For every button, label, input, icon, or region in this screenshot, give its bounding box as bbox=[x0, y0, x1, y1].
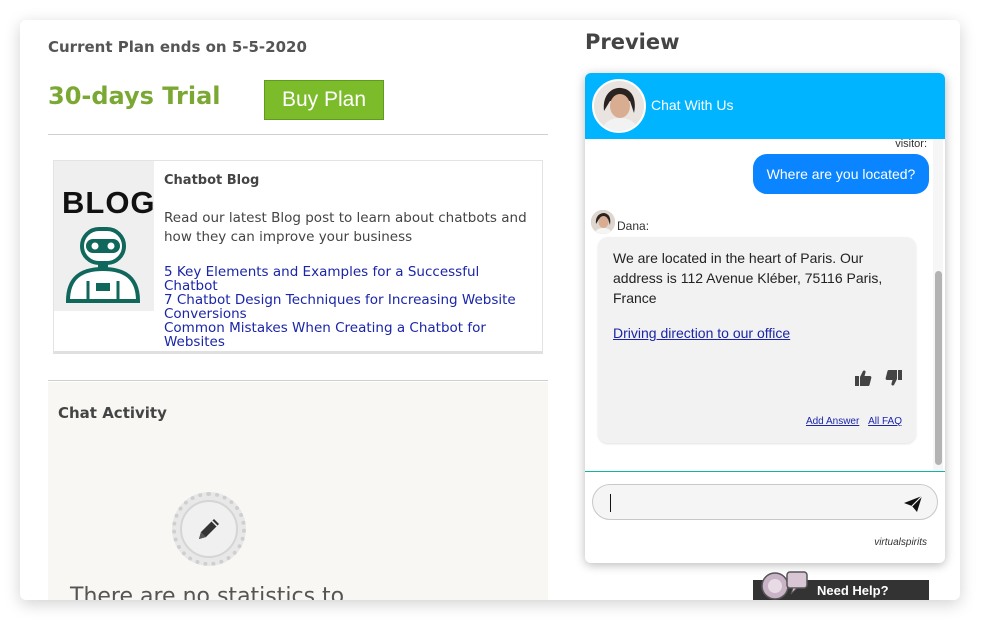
chat-header: Chat With Us bbox=[585, 73, 945, 139]
bot-avatar bbox=[591, 210, 615, 234]
dashboard-card: Current Plan ends on 5-5-2020 30-days Tr… bbox=[20, 20, 960, 600]
plan-ends-text: Current Plan ends on 5-5-2020 bbox=[48, 38, 307, 56]
thumbs-up-icon[interactable] bbox=[854, 369, 872, 387]
chat-header-title: Chat With Us bbox=[651, 97, 734, 113]
blog-link[interactable]: Common Mistakes When Creating a Chatbot … bbox=[164, 321, 534, 349]
bot-message-bubble: We are located in the heart of Paris. Ou… bbox=[598, 237, 916, 443]
all-faq-link[interactable]: All FAQ bbox=[868, 416, 902, 427]
blog-thumbnail[interactable]: BLOG bbox=[54, 161, 156, 311]
agent-photo-icon bbox=[594, 81, 644, 131]
pencil-icon bbox=[199, 519, 219, 539]
chat-activity-panel: Chat Activity There are no statistics to bbox=[48, 382, 548, 600]
thumbs-down-icon[interactable] bbox=[885, 369, 903, 387]
no-statistics-text: There are no statistics to bbox=[70, 584, 345, 600]
agent-avatar bbox=[592, 79, 646, 133]
divider bbox=[48, 134, 548, 135]
input-divider bbox=[585, 471, 945, 472]
chat-messages: visitor: Where are you located? Dana: We… bbox=[585, 138, 945, 471]
send-icon[interactable] bbox=[903, 495, 923, 513]
chat-scrollbar-thumb[interactable] bbox=[935, 271, 942, 465]
driving-direction-link[interactable]: Driving direction to our office bbox=[613, 325, 790, 341]
blog-description: Read our latest Blog post to learn about… bbox=[164, 210, 527, 245]
blog-title: Chatbot Blog bbox=[164, 173, 260, 188]
bot-avatar-icon bbox=[591, 210, 615, 234]
blog-link[interactable]: 7 Chatbot Design Techniques for Increasi… bbox=[164, 293, 534, 321]
text-caret bbox=[610, 494, 611, 512]
bot-message-text: We are located in the heart of Paris. Ou… bbox=[613, 250, 883, 306]
need-help-button[interactable]: Need Help? bbox=[753, 571, 929, 600]
help-avatar-icon bbox=[761, 571, 808, 600]
blog-thumb-text: BLOG bbox=[62, 185, 156, 220]
blog-panel: BLOG Chatbot Blog Read our latest Blog p… bbox=[53, 160, 543, 354]
trial-label: 30-days Trial bbox=[48, 82, 221, 110]
faq-links: Add Answer All FAQ bbox=[800, 416, 902, 427]
user-message-bubble: Where are you located? bbox=[753, 154, 929, 194]
pencil-badge bbox=[172, 492, 246, 566]
chat-message-input[interactable] bbox=[592, 484, 938, 520]
preview-title: Preview bbox=[585, 30, 680, 54]
brand-label: virtualspirits bbox=[874, 537, 927, 548]
bot-name: Dana: bbox=[617, 219, 650, 233]
blog-link[interactable]: 5 Key Elements and Examples for a Succes… bbox=[164, 265, 534, 293]
need-help-label: Need Help? bbox=[817, 583, 889, 598]
buy-plan-button[interactable]: Buy Plan bbox=[264, 80, 384, 120]
robot-icon bbox=[65, 227, 141, 303]
add-answer-link[interactable]: Add Answer bbox=[806, 416, 859, 427]
blog-links: 5 Key Elements and Examples for a Succes… bbox=[164, 265, 534, 349]
chat-widget: Chat With Us visitor: Where are you loca… bbox=[585, 73, 945, 563]
chat-activity-title: Chat Activity bbox=[58, 404, 167, 422]
visitor-label: visitor: bbox=[895, 138, 927, 150]
divider bbox=[48, 380, 548, 381]
